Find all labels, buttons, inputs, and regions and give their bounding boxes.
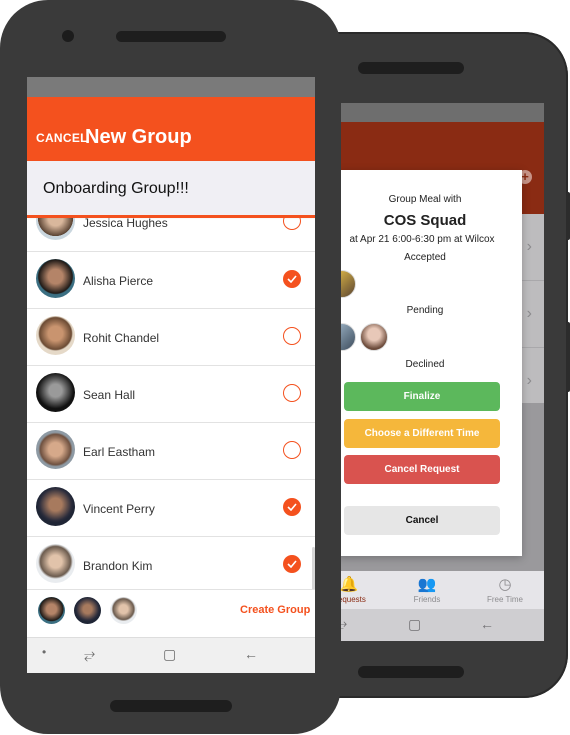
avatar[interactable]	[38, 597, 65, 624]
clock-icon: ◷	[498, 576, 512, 593]
pending-label: Pending	[406, 305, 444, 316]
dialog-group-name: COS Squad	[383, 212, 467, 229]
accepted-label: Accepted	[404, 252, 446, 263]
avatar	[36, 316, 75, 355]
tab-free-time[interactable]: ◷ Free Time	[466, 571, 544, 609]
speaker-grille	[358, 666, 464, 678]
member-name: Vincent Perry	[83, 502, 155, 516]
member-name: Jessica Hughes	[83, 216, 168, 230]
member-name: Earl Eastham	[83, 445, 156, 459]
friends-icon: 👥	[417, 576, 437, 593]
request-dialog: Group Meal with COS Squad at Apr 21 6:00…	[328, 170, 522, 556]
front-screen: CANCEL New Group Onboarding Group!!! Jes…	[27, 77, 315, 673]
avatar	[360, 323, 388, 351]
cancel-button[interactable]: Cancel	[344, 506, 500, 535]
checkbox-unchecked[interactable]	[283, 441, 301, 459]
speaker-grille	[110, 700, 232, 712]
avatar	[36, 544, 75, 583]
dialog-time: at Apr 21 6:00-6:30 pm at Wilcox	[349, 234, 495, 245]
avatar	[36, 487, 75, 526]
tab-bar: 🔔 Requests 👥 Friends ◷ Free Time	[310, 571, 544, 609]
check-icon	[287, 503, 297, 511]
speaker-grille	[116, 31, 226, 42]
group-name-input[interactable]: Onboarding Group!!!	[27, 161, 315, 218]
dot-icon: •	[42, 645, 47, 659]
app-bar: CANCEL New Group	[27, 97, 315, 161]
member-name: Rohit Chandel	[83, 331, 160, 345]
back-arrow-icon[interactable]: ←	[244, 646, 258, 662]
cancel-button[interactable]: CANCEL	[36, 131, 88, 145]
avatar	[36, 373, 75, 412]
chevron-right-icon: ›	[526, 305, 532, 322]
tab-label: Free Time	[486, 595, 523, 604]
avatar	[36, 259, 75, 298]
home-square-icon[interactable]: ▢	[163, 646, 176, 663]
member-name: Alisha Pierce	[83, 274, 154, 288]
speaker-grille	[358, 62, 464, 74]
chevron-right-icon: ›	[526, 238, 532, 255]
page-title: New Group	[85, 126, 192, 148]
cancel-request-button[interactable]: Cancel Request	[344, 455, 500, 484]
checkbox-unchecked[interactable]	[283, 327, 301, 345]
dialog-heading: Group Meal with	[388, 194, 462, 205]
avatar[interactable]	[74, 597, 101, 624]
check-icon	[287, 560, 297, 568]
selected-members-bar: Create Group	[27, 589, 315, 638]
declined-label: Declined	[405, 359, 445, 370]
finalize-button[interactable]: Finalize	[344, 382, 500, 411]
avatar	[36, 430, 75, 469]
create-group-button[interactable]: Create Group	[240, 604, 310, 616]
check-icon	[287, 275, 297, 283]
volume-button	[566, 192, 570, 240]
choose-different-time-button[interactable]: Choose a Different Time	[344, 419, 500, 448]
home-square-icon[interactable]: ▢	[408, 616, 421, 633]
recents-icon[interactable]: ⥂	[84, 646, 95, 663]
list-item[interactable]: Rohit Chandel	[27, 308, 315, 366]
list-item[interactable]: Earl Eastham	[27, 422, 315, 480]
avatar[interactable]	[110, 597, 137, 624]
system-nav-bar: ⥂ ▢ ←	[310, 609, 544, 641]
checkbox-unchecked[interactable]	[283, 384, 301, 402]
status-bar	[310, 103, 544, 122]
list-item[interactable]: Vincent Perry	[27, 479, 315, 537]
member-name: Brandon Kim	[83, 559, 153, 573]
member-name: Sean Hall	[83, 388, 136, 402]
tab-friends[interactable]: 👥 Friends	[388, 571, 466, 609]
tab-label: Friends	[413, 595, 441, 604]
back-arrow-icon[interactable]: ←	[480, 616, 494, 632]
input-underline	[27, 215, 315, 218]
camera-icon	[62, 30, 74, 42]
checkbox-checked[interactable]	[283, 498, 301, 516]
list-item[interactable]: Brandon Kim	[27, 536, 315, 594]
system-nav-bar: • ⥂ ▢ ←	[27, 637, 315, 673]
status-bar	[27, 77, 315, 97]
member-list: Jessica Hughes Alisha Pierce Rohit Chand…	[27, 195, 315, 665]
checkbox-checked[interactable]	[283, 555, 301, 573]
group-name-value[interactable]: Onboarding Group!!!	[43, 180, 189, 198]
power-button	[566, 322, 570, 392]
checkbox-checked[interactable]	[283, 270, 301, 288]
chevron-right-icon: ›	[526, 372, 532, 389]
list-item[interactable]: Alisha Pierce	[27, 251, 315, 309]
list-item[interactable]: Sean Hall	[27, 365, 315, 423]
